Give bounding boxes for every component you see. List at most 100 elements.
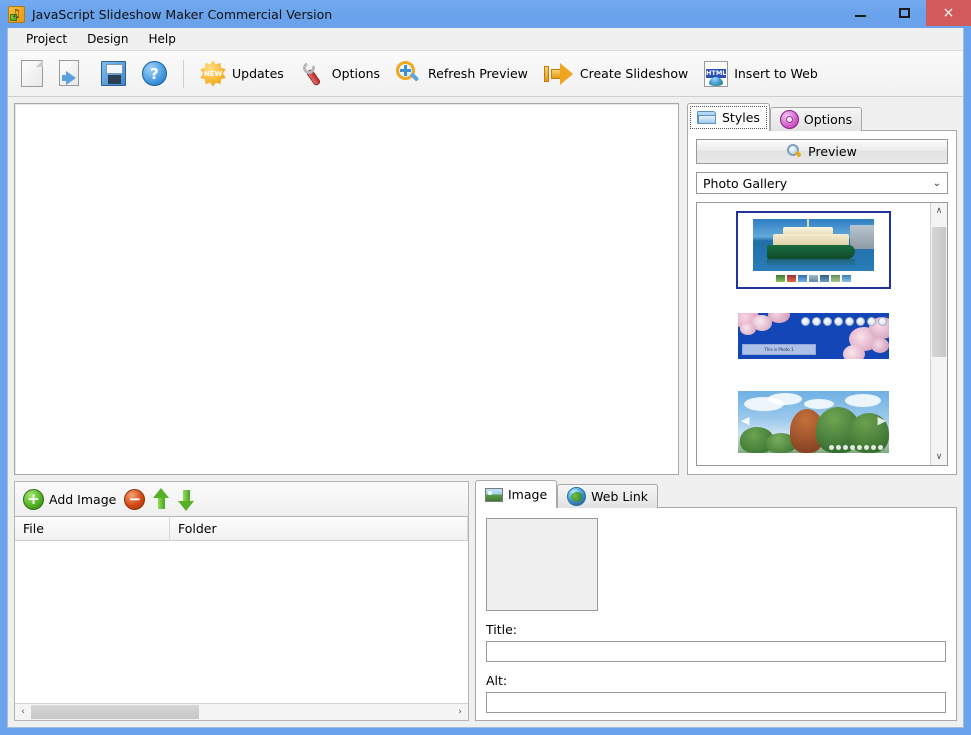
minimize-button[interactable] [838,0,882,26]
updates-new-icon: NEW [200,60,226,87]
plus-icon: + [23,488,44,510]
refresh-preview-label: Refresh Preview [428,66,528,81]
blossom-thumbnail-style: This is Photo 1 [738,313,889,359]
title-input[interactable] [486,641,946,662]
move-down-button[interactable] [178,488,195,511]
options-label: Options [331,66,381,81]
scroll-thumb[interactable] [932,227,946,357]
toolbar-separator [183,59,184,88]
window-title: JavaScript Slideshow Maker Commercial Ve… [32,6,333,22]
image-list-panel: + Add Image − File Folder ‹ › [14,481,469,721]
slideshow-preview-canvas[interactable] [14,103,679,475]
title-field-label: Title: [486,622,517,637]
menu-item-help[interactable]: Help [139,30,186,48]
options-wrench-icon [300,59,326,87]
tab-image[interactable]: Image [475,480,558,508]
help-button[interactable]: ? [135,57,174,90]
app-logo-icon [8,5,25,23]
properties-body: Title: Alt: [475,507,957,721]
tab-options[interactable]: Options [769,107,863,131]
preview-button-label: Preview [808,144,857,159]
minimize-icon [854,15,866,17]
properties-tabstrip: Image Web Link [475,480,957,508]
help-icon: ? [142,61,167,86]
options-button[interactable]: Options [293,57,387,91]
hscroll-thumb[interactable] [31,705,200,719]
lower-section: + Add Image − File Folder ‹ › Image Web … [14,480,957,721]
styles-tab-panel: Preview Photo Gallery ⌄ This is Photo 1 … [687,130,957,475]
column-header-folder[interactable]: Folder [170,517,468,540]
updates-button[interactable]: NEW Updates [193,57,291,91]
menu-bar: Project Design Help [8,28,963,51]
arrow-up-icon [153,487,170,511]
styles-tabstrip: Styles Options [687,103,957,131]
pager-dots [829,445,883,450]
scroll-up-icon[interactable]: ∧ [931,203,947,219]
thumbnail-caption: This is Photo 1 [742,344,816,355]
save-project-icon [101,61,126,86]
tab-image-label: Image [508,487,548,502]
updates-label: Updates [232,66,284,81]
column-header-file[interactable]: File [15,517,170,540]
remove-image-button[interactable]: − [124,488,146,510]
grid-rows-empty[interactable] [15,541,468,703]
tab-options-label: Options [803,112,853,127]
pager-dots [801,317,887,326]
gear-icon [779,110,799,129]
refresh-preview-button[interactable]: Refresh Preview [389,57,535,91]
add-image-label: Add Image [49,491,117,507]
scroll-right-icon[interactable]: › [452,704,468,720]
style-item-blossom[interactable]: This is Photo 1 [736,297,891,375]
image-icon [485,487,503,502]
save-project-button[interactable] [94,57,133,90]
scroll-track[interactable] [931,219,947,449]
close-button[interactable]: × [926,0,971,26]
image-list-toolbar: + Add Image − [14,481,469,517]
add-image-button[interactable]: + Add Image [23,488,117,510]
style-item-ferry[interactable] [736,211,891,289]
tab-styles-label: Styles [722,110,760,125]
tab-styles[interactable]: Styles [687,103,770,131]
maximize-button[interactable] [882,0,926,26]
styles-panel: Styles Options Preview Photo Gallery ⌄ T… [687,103,957,475]
hscroll-track[interactable] [31,704,452,720]
ferry-thumbnail-style [740,215,887,285]
alt-input[interactable] [486,692,946,713]
application-window: JavaScript Slideshow Maker Commercial Ve… [0,0,971,735]
open-project-button[interactable] [52,56,92,91]
new-project-icon [21,60,43,87]
style-list-scroller: This is Photo 1 ◀ ▶ [697,203,930,465]
menu-item-project[interactable]: Project [16,30,77,48]
style-item-trees[interactable]: ◀ ▶ [736,383,891,461]
minus-icon: − [124,488,146,510]
window-controls: × [838,0,971,26]
grid-header-row: File Folder [15,517,468,541]
alt-field-label: Alt: [486,673,508,688]
style-list-scrollbar[interactable]: ∧ ∨ [930,203,947,465]
image-properties-panel: Image Web Link Title: Alt: [475,480,957,721]
create-slideshow-label: Create Slideshow [579,66,689,81]
gallery-type-value: Photo Gallery [703,175,788,191]
image-thumbnail-preview[interactable] [486,518,598,611]
tab-web-link[interactable]: Web Link [557,484,658,508]
upper-section: Styles Options Preview Photo Gallery ⌄ T… [14,103,957,475]
folder-icon [697,110,717,125]
new-project-button[interactable] [14,56,50,91]
chevron-down-icon: ⌄ [932,177,942,189]
image-file-grid[interactable]: File Folder ‹ › [14,517,469,721]
trees-thumbnail-style: ◀ ▶ [738,391,889,453]
grid-horizontal-scrollbar[interactable]: ‹ › [15,703,468,720]
arrow-down-icon [178,488,195,511]
scroll-down-icon[interactable]: ∨ [931,449,947,465]
client-area: Project Design Help ? NEW Updates Option… [7,28,964,728]
insert-to-web-html-icon: HTML [704,60,729,87]
insert-to-web-button[interactable]: HTML Insert to Web [697,57,825,91]
preview-button[interactable]: Preview [696,139,948,164]
menu-item-design[interactable]: Design [77,30,138,48]
move-up-button[interactable] [153,487,170,511]
gallery-type-select[interactable]: Photo Gallery ⌄ [696,172,948,194]
scroll-left-icon[interactable]: ‹ [15,704,31,720]
create-slideshow-button[interactable]: Create Slideshow [537,58,695,90]
globe-icon [567,487,587,506]
style-thumbnail-list[interactable]: This is Photo 1 ◀ ▶ ∧ ∨ [696,202,948,466]
